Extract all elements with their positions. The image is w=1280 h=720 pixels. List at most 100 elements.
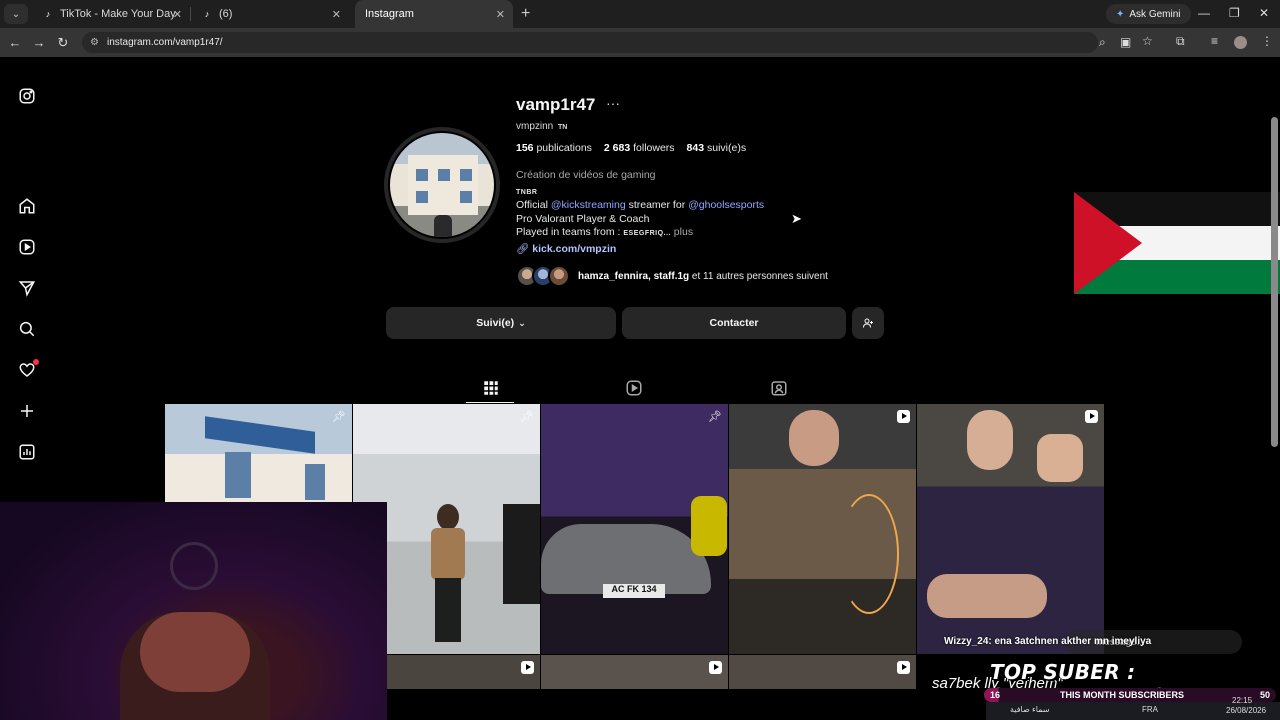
reel-indicator-icon [709, 661, 722, 674]
tiktok-icon: ♪ [45, 9, 51, 19]
followers-label: followers [633, 142, 675, 154]
close-icon[interactable]: ✕ [332, 8, 341, 21]
reel-thumbnail[interactable] [729, 655, 916, 689]
zoom-icon[interactable]: ⌕ [1099, 35, 1106, 50]
tagged-tab[interactable] [770, 379, 788, 397]
browser-profile-avatar[interactable] [1234, 36, 1247, 49]
weather-text: سماء صافية [1010, 705, 1050, 714]
instagram-logo-icon[interactable] [18, 87, 36, 105]
profile-photo [388, 131, 496, 239]
tab-instagram[interactable]: Instagram ✕ [355, 0, 513, 69]
home-icon[interactable] [18, 197, 36, 215]
reels-icon[interactable] [18, 238, 36, 256]
profile-stats: 156 publications 2 683 followers 843 sui… [516, 142, 746, 154]
mention-link-kickstreaming[interactable]: @kickstreaming [551, 199, 626, 211]
pinned-icon: 📌︎ [520, 411, 534, 423]
tab-title: Instagram [365, 8, 414, 20]
address-bar[interactable]: ⚙ instagram.com/vamp1r47/ [82, 32, 1098, 53]
post-thumbnail[interactable]: AC FK 134 📌︎ [541, 404, 728, 654]
profile-content-tabs [466, 375, 826, 403]
link-icon: 🔗︎ [516, 242, 530, 255]
display-name-text: vmpzinn [516, 121, 554, 132]
followers-stat[interactable]: 2 683 followers [604, 142, 675, 154]
tab-tiktok[interactable]: ♪ TikTok - Make Your Day ✕ [32, 0, 190, 28]
subs-goal: 50 [1259, 690, 1270, 700]
tagged-person-icon [771, 381, 787, 396]
close-icon[interactable]: ✕ [173, 8, 182, 21]
direct-messages-icon[interactable] [18, 279, 36, 297]
bio-text: Official [516, 199, 551, 211]
followed-by-names: hamza_fennira, staff.1g [578, 270, 690, 282]
suggest-user-button[interactable] [852, 307, 884, 339]
stream-chat-message: Wizzy_24: ena 3atchnen akther mn imeyliy… [944, 636, 1151, 647]
reload-icon[interactable]: ↻ [51, 35, 75, 51]
bio-more-link[interactable]: plus [671, 226, 693, 238]
new-tab-button[interactable]: + [521, 5, 530, 23]
bio-text: Played in teams from : [516, 226, 624, 238]
bio-tag: ESEGFRIQ... [623, 230, 671, 237]
contact-button[interactable]: Contacter [622, 307, 846, 339]
bio-text: streamer for [625, 199, 689, 211]
following-label: suivi(e)s [707, 142, 747, 154]
profile-avatar[interactable] [384, 127, 500, 243]
bio-tag-line: TNBR [516, 188, 538, 196]
tab-tiktok-2[interactable]: ♪ (6) ✕ [191, 0, 349, 28]
forward-icon[interactable]: → [27, 35, 51, 50]
more-options-icon[interactable]: ··· [606, 95, 620, 111]
mention-link-ghoolsesports[interactable]: @ghoolsesports [688, 199, 764, 211]
reading-list-icon[interactable]: ≡ [1211, 34, 1218, 48]
dashboard-chart-icon[interactable] [18, 443, 36, 461]
bio-line-2: Pro Valorant Player & Coach [516, 212, 650, 225]
bookmark-star-icon[interactable]: ☆ [1142, 34, 1153, 48]
cast-icon[interactable]: ▣ [1120, 35, 1131, 49]
following-stat[interactable]: 843 suivi(e)s [687, 142, 747, 154]
mouse-cursor-icon: ➤ [791, 211, 802, 226]
notifications-heart-icon[interactable] [18, 359, 39, 379]
posts-grid-tab[interactable] [482, 379, 500, 397]
pinned-icon: 📌︎ [332, 411, 346, 423]
reel-indicator-icon [521, 661, 534, 674]
kebab-menu-icon[interactable]: ⋮ [1261, 34, 1273, 48]
follower-avatar [548, 265, 570, 287]
country-tag: TN [558, 124, 568, 131]
language-indicator[interactable]: FRA [1142, 705, 1158, 714]
followers-count: 2 683 [603, 142, 631, 154]
ask-gemini-button[interactable]: ✦ Ask Gemini [1106, 4, 1191, 24]
close-icon[interactable]: ✕ [496, 8, 505, 21]
palestine-flag-image [1074, 192, 1280, 294]
bio-line-1: Official @kickstreaming streamer for @gh… [516, 199, 764, 213]
profile-display-name: vmpzinn TN [516, 121, 567, 132]
bio-external-link[interactable]: 🔗︎ kick.com/vmpzin [516, 243, 764, 257]
following-button-label: Suivi(e) [476, 317, 515, 329]
reel-thumbnail[interactable] [541, 655, 728, 689]
reel-thumbnail[interactable] [729, 404, 916, 654]
create-plus-icon[interactable] [18, 402, 36, 420]
chevron-down-icon: ⌄ [11, 8, 21, 20]
back-icon[interactable]: ← [3, 35, 27, 50]
browser-toolbar: ← → ↻ ⚙ instagram.com/vamp1r47/ ⌕ ▣ ☆ ⧉ … [0, 28, 1280, 57]
ask-gemini-label: Ask Gemini [1129, 8, 1181, 20]
extensions-icon[interactable]: ⧉ [1176, 34, 1185, 49]
pinned-icon: 📌︎ [708, 411, 722, 423]
site-info-icon[interactable]: ⚙ [90, 37, 99, 48]
posts-stat: 156 publications [516, 142, 592, 154]
active-tab-indicator [466, 402, 514, 403]
restore-icon[interactable]: ❐ [1229, 6, 1240, 20]
reel-thumbnail[interactable] [917, 404, 1104, 654]
windows-taskbar: سماء صافية FRA 22:15 26/08/2026 [986, 696, 1280, 720]
tab-title: (6) [219, 8, 233, 20]
window-close-icon[interactable]: ✕ [1259, 6, 1269, 20]
followed-by[interactable]: hamza_fennira, staff.1g et 11 autres per… [516, 265, 828, 287]
browser-tab-strip: ⌄ ♪ TikTok - Make Your Day ✕ ♪ (6) ✕ Ins… [0, 0, 1280, 69]
minimize-icon[interactable]: — [1198, 6, 1210, 20]
page-scrollbar[interactable] [1271, 117, 1278, 447]
notification-badge [33, 359, 39, 365]
gemini-spark-icon: ✦ [1116, 8, 1125, 20]
tab-search-button[interactable]: ⌄ [4, 4, 28, 24]
reels-icon [626, 380, 642, 396]
search-icon[interactable] [18, 320, 36, 338]
reels-tab[interactable] [625, 379, 643, 397]
followed-by-rest: et 11 autres personnes suivent [689, 270, 828, 282]
following-button[interactable]: Suivi(e) ⌄ [386, 307, 616, 339]
clock-time: 22:15 [1232, 696, 1253, 705]
